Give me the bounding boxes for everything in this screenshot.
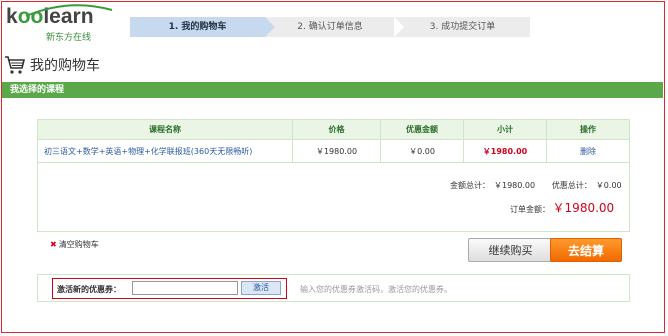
activate-coupon-button[interactable]: 激活 [241, 281, 281, 295]
discount-total-value: ￥0.00 [595, 181, 622, 190]
continue-shopping-button[interactable]: 继续购买 [468, 238, 553, 262]
clear-cart-label: 清空购物车 [58, 240, 99, 249]
coupon-label: 激活新的优惠券： [57, 285, 121, 294]
section-header: 我选择的课程 [2, 82, 663, 98]
coupon-code-input[interactable] [132, 281, 238, 295]
checkout-button[interactable]: 去结算 [550, 238, 622, 262]
totals-summary: 金额总计： ￥1980.00 优惠总计： ￥0.00 [450, 180, 626, 191]
order-total-label: 订单金额： [510, 205, 550, 214]
course-name-link[interactable]: 初三语文+数学+英语+物理+化学联报班(360天无限畅听) [37, 139, 293, 163]
table-header-row: 课程名称 价格 优惠金额 小计 操作 [37, 119, 630, 140]
step-submit: 3. 成功提交订单 [395, 17, 530, 37]
logo-subtitle: 新东方在线 [46, 33, 92, 43]
column-header: 小计 [463, 119, 547, 140]
table-row: 初三语文+数学+英语+物理+化学联报班(360天无限畅听) ￥1980.00 ￥… [37, 139, 630, 163]
shopping-cart-icon [5, 56, 26, 74]
order-total-value: ￥1980.00 [552, 201, 615, 215]
amount-total-label: 金额总计： [450, 181, 490, 190]
order-total: 订单金额： ￥1980.00 [510, 199, 614, 216]
column-header: 操作 [546, 119, 630, 140]
clear-cart-link[interactable]: ✖ 清空购物车 [50, 239, 99, 250]
column-header: 价格 [292, 119, 381, 140]
course-subtotal: ￥1980.00 [463, 139, 547, 163]
column-header: 优惠金额 [380, 119, 464, 140]
step-cart: 1. 我的购物车 [130, 17, 265, 37]
step-arrow-icon [265, 17, 275, 37]
discount-total-label: 优惠总计： [551, 181, 592, 190]
coupon-hint: 输入您的优惠券激活码，激活您的优惠券。 [300, 285, 452, 294]
column-header: 课程名称 [37, 119, 293, 140]
checkout-steps: 1. 我的购物车 2. 确认订单信息 3. 成功提交订单 [130, 17, 530, 37]
koolearn-logo[interactable]: koolearn 新东方在线 [6, 4, 113, 43]
course-price: ￥1980.00 [292, 139, 381, 163]
step-confirm: 2. 确认订单信息 [265, 17, 395, 37]
page-title: 我的购物车 [4, 53, 100, 77]
step-arrow-icon [394, 17, 404, 37]
logo-swoosh-icon [25, 4, 113, 17]
page-title-text: 我的购物车 [30, 58, 100, 74]
close-icon: ✖ [50, 240, 57, 249]
delete-link[interactable]: 删除 [546, 139, 630, 163]
amount-total-value: ￥1980.00 [494, 181, 536, 190]
cart-table: 课程名称 价格 优惠金额 小计 操作 初三语文+数学+英语+物理+化学联报班(3… [37, 119, 630, 163]
course-discount: ￥0.00 [380, 139, 464, 163]
